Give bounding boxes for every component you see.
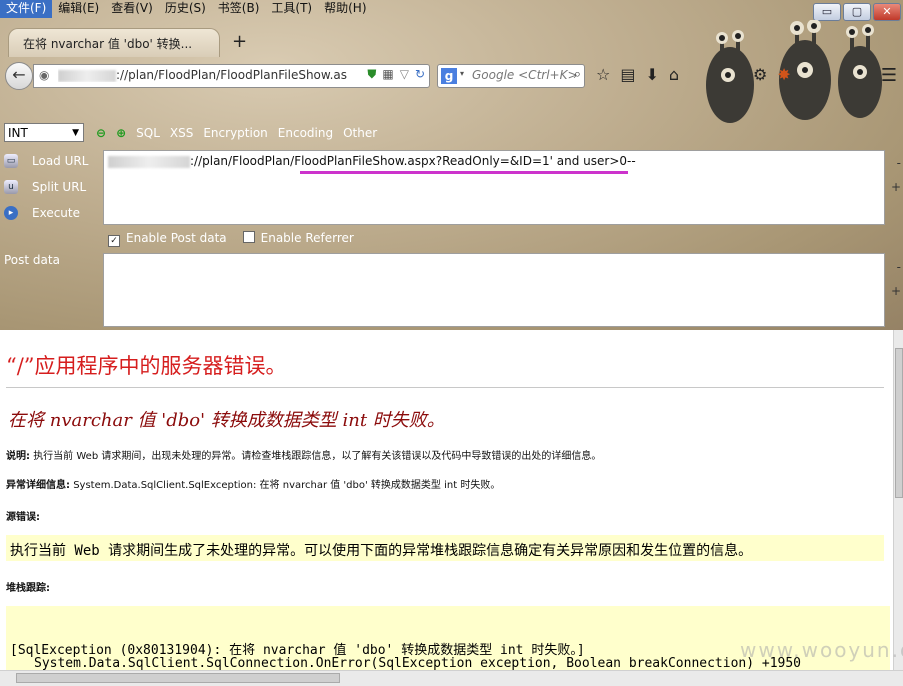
load-url-button[interactable]: ▭ Load URL: [4, 154, 88, 168]
stack-trace-line: System.Data.SqlClient.SqlConnection.OnEr…: [34, 656, 802, 670]
hackbar-options: ✓ Enable Post data Enable Referrer: [108, 231, 354, 247]
exception-text: System.Data.SqlClient.SqlException: 在将 n…: [73, 480, 501, 491]
menu-encoding[interactable]: Encoding: [278, 126, 333, 140]
qr-code-icon[interactable]: ▦: [382, 67, 393, 82]
post-data-label: Post data: [4, 253, 60, 267]
divider: [6, 387, 884, 388]
hackbar-toolbar: INT ▼ ⊖ ⊕ SQL XSS Encryption Encoding Ot…: [0, 120, 903, 142]
url-bar[interactable]: ◉ ://plan/FloodPlan/FloodPlanFileShow.as…: [33, 64, 430, 88]
home-icon[interactable]: ⌂: [669, 65, 679, 84]
split-url-label: Split URL: [32, 180, 87, 194]
description-text: 执行当前 Web 请求期间，出现未处理的异常。请检查堆栈跟踪信息，以了解有关该错…: [33, 451, 602, 462]
google-logo-icon: g: [441, 68, 457, 84]
close-button[interactable]: ✕: [873, 3, 901, 21]
chevron-down-icon: ▼: [72, 128, 79, 138]
description-label: 说明:: [6, 451, 30, 462]
firebug-icon[interactable]: ✸: [777, 65, 790, 84]
enable-post-checkbox[interactable]: ✓ Enable Post data: [108, 231, 227, 247]
source-error-box: 执行当前 Web 请求期间生成了未处理的异常。可以使用下面的异常堆栈跟踪信息确定…: [6, 535, 884, 561]
highlight-underline: [300, 171, 628, 174]
enable-referrer-checkbox[interactable]: Enable Referrer: [242, 231, 354, 247]
globe-icon: ◉: [39, 68, 50, 82]
menu-other[interactable]: Other: [343, 126, 377, 140]
addon-icon[interactable]: ⚙: [753, 65, 767, 84]
vertical-scroll-thumb[interactable]: [895, 348, 903, 498]
url-text: ://plan/FloodPlan/FloodPlanFileShow.asp: [58, 68, 348, 82]
type-select[interactable]: INT ▼: [4, 123, 84, 142]
checkbox-checked-icon: ✓: [108, 235, 120, 247]
menu-sql[interactable]: SQL: [136, 126, 160, 140]
vertical-scrollbar[interactable]: [893, 330, 903, 670]
description-line: 说明: 执行当前 Web 请求期间，出现未处理的异常。请检查堆栈跟踪信息，以了解…: [6, 447, 601, 462]
decrease-icon[interactable]: ⊖: [96, 126, 106, 140]
redacted-host: [108, 155, 190, 168]
back-arrow-icon[interactable]: ←: [5, 62, 33, 90]
search-bar[interactable]: g ▾ Google <Ctrl+K> ⌕: [437, 64, 585, 88]
error-subtitle: 在将 nvarchar 值 'dbo' 转换成数据类型 int 时失败。: [8, 410, 445, 431]
tab-title: 在将 nvarchar 值 'dbo' 转换...: [23, 37, 193, 51]
watermark: www.wooyun.org: [740, 638, 903, 662]
minimize-button[interactable]: ▭: [813, 3, 841, 21]
browser-tab[interactable]: 在将 nvarchar 值 'dbo' 转换...: [8, 28, 220, 57]
menu-file[interactable]: 文件(F): [0, 0, 53, 18]
plus-mark[interactable]: +: [891, 180, 901, 194]
stack-trace-label: 堆栈跟踪:: [6, 583, 50, 594]
execute-label: Execute: [32, 206, 80, 220]
hamburger-menu-icon[interactable]: ☰: [881, 65, 897, 86]
new-tab-button[interactable]: +: [232, 31, 247, 52]
search-engine-dropdown-icon[interactable]: ▾: [460, 69, 464, 78]
load-url-icon: ▭: [4, 154, 18, 168]
minus-mark[interactable]: -: [897, 260, 901, 274]
url-bar-icons: ⛊ ▦ ▽ ↻: [367, 67, 425, 82]
navigation-bar: ← ◉ ://plan/FloodPlan/FloodPlanFileShow.…: [0, 57, 903, 93]
menu-bookmarks[interactable]: 书签(B): [212, 0, 266, 18]
browser-chrome: 文件(F) 编辑(E) 查看(V) 历史(S) 书签(B) 工具(T) 帮助(H…: [0, 0, 903, 330]
reading-list-icon[interactable]: ▤: [620, 65, 635, 84]
increase-icon[interactable]: ⊕: [116, 126, 126, 140]
error-title: “/”应用程序中的服务器错误。: [6, 354, 287, 378]
play-icon: ▸: [4, 206, 18, 220]
checkbox-empty-icon: [242, 231, 255, 243]
minus-mark[interactable]: -: [897, 156, 901, 170]
bookmark-star-icon[interactable]: ☆: [596, 65, 610, 84]
menu-view[interactable]: 查看(V): [105, 0, 159, 18]
horizontal-scroll-thumb[interactable]: [16, 673, 340, 683]
split-url-icon: u: [4, 180, 18, 194]
hackbar-url-textarea[interactable]: ://plan/FloodPlan/FloodPlanFileShow.aspx…: [103, 150, 885, 225]
search-placeholder: Google <Ctrl+K>: [472, 68, 578, 82]
page-content: “/”应用程序中的服务器错误。 在将 nvarchar 值 'dbo' 转换成数…: [0, 330, 893, 670]
hackbar-url-text: ://plan/FloodPlan/FloodPlanFileShow.aspx…: [108, 154, 636, 168]
plus-mark[interactable]: +: [891, 284, 901, 298]
horizontal-scrollbar[interactable]: [0, 670, 903, 686]
menu-tools[interactable]: 工具(T): [265, 0, 318, 18]
dropdown-icon[interactable]: ▽: [400, 67, 409, 82]
maximize-button[interactable]: ▢: [843, 3, 871, 21]
source-error-text: 执行当前 Web 请求期间生成了未处理的异常。可以使用下面的异常堆栈跟踪信息确定…: [10, 543, 753, 559]
execute-button[interactable]: ▸ Execute: [4, 206, 80, 220]
type-select-value: INT: [8, 126, 28, 140]
menu-xss[interactable]: XSS: [170, 126, 193, 140]
shield-icon[interactable]: ⛊: [367, 67, 376, 82]
exception-line: 异常详细信息: System.Data.SqlClient.SqlExcepti…: [6, 476, 500, 491]
redacted-host: [58, 69, 116, 82]
source-error-label: 源错误:: [6, 512, 40, 523]
download-icon[interactable]: ⬇: [645, 65, 658, 84]
search-icon[interactable]: ⌕: [574, 67, 581, 82]
load-url-label: Load URL: [32, 154, 89, 168]
split-url-button[interactable]: u Split URL: [4, 180, 86, 194]
post-data-textarea[interactable]: [103, 253, 885, 327]
menu-encryption[interactable]: Encryption: [203, 126, 267, 140]
reload-icon[interactable]: ↻: [415, 67, 425, 82]
toolbar-icons: ☆ ▤ ⬇ ⌂ ⚙ ✸: [596, 65, 791, 84]
menu-history[interactable]: 历史(S): [159, 0, 212, 18]
menu-bar: 文件(F) 编辑(E) 查看(V) 历史(S) 书签(B) 工具(T) 帮助(H…: [0, 0, 903, 18]
menu-edit[interactable]: 编辑(E): [52, 0, 105, 18]
hackbar-menus: ⊖ ⊕ SQL XSS Encryption Encoding Other: [96, 126, 377, 140]
menu-help[interactable]: 帮助(H): [318, 0, 372, 18]
exception-label: 异常详细信息:: [6, 480, 70, 491]
